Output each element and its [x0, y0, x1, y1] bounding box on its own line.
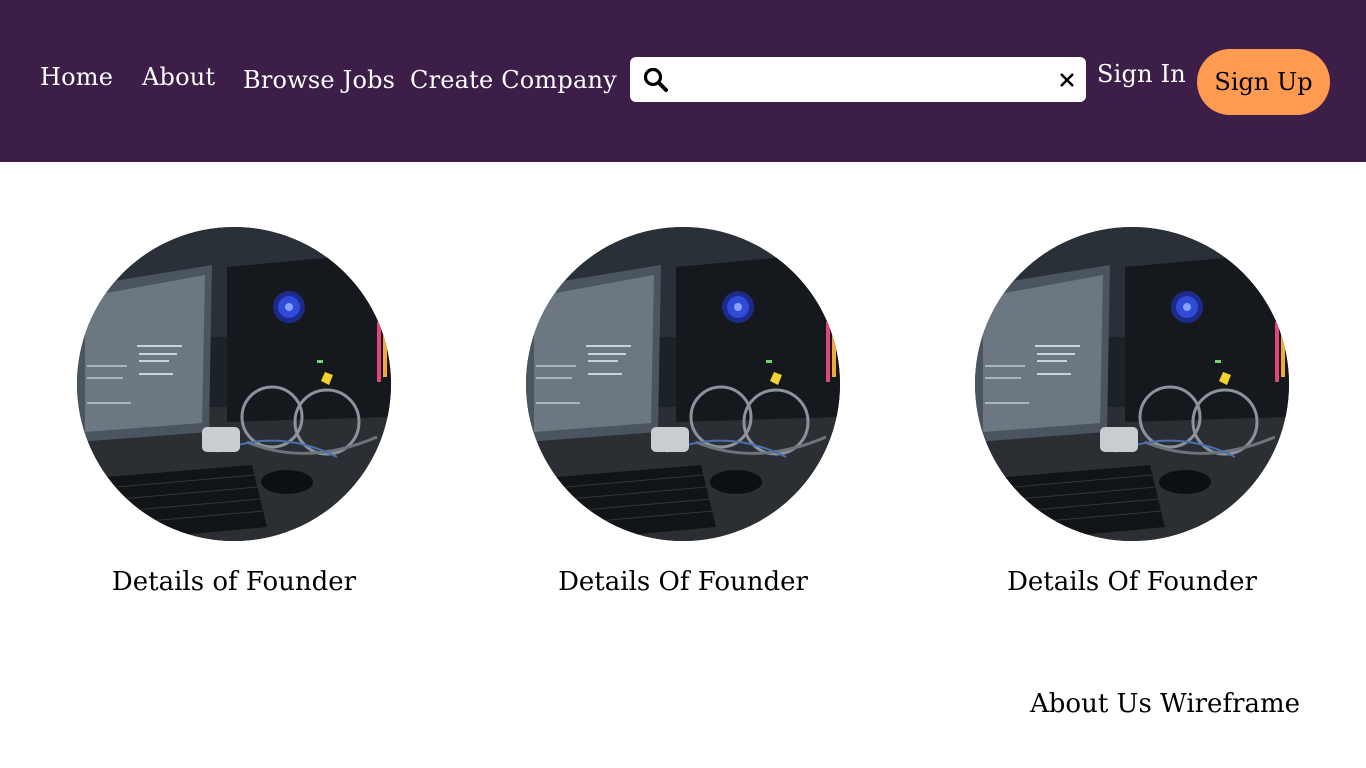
search-input[interactable]	[678, 63, 1042, 98]
nav-browse-jobs-link[interactable]: Browse Jobs	[243, 66, 395, 94]
sign-in-link[interactable]: Sign In	[1097, 60, 1186, 88]
sign-up-button[interactable]: Sign Up	[1197, 49, 1330, 115]
founder-photo	[975, 227, 1289, 541]
nav-create-company-link[interactable]: Create Company	[410, 66, 617, 94]
nav-home-link[interactable]: Home	[40, 63, 113, 91]
search-bar	[630, 57, 1086, 102]
footer-title: About Us Wireframe	[1030, 689, 1301, 719]
founder-caption: Details Of Founder	[558, 567, 808, 597]
top-navbar: Home About Browse Jobs Create Company Si…	[0, 0, 1366, 162]
founder-card: Details of Founder	[77, 227, 391, 597]
founder-caption: Details Of Founder	[1007, 567, 1257, 597]
founder-card: Details Of Founder	[526, 227, 840, 597]
founder-photo	[526, 227, 840, 541]
founder-card: Details Of Founder	[975, 227, 1289, 597]
close-icon[interactable]	[1056, 69, 1078, 91]
nav-about-link[interactable]: About	[142, 63, 215, 91]
founder-caption: Details of Founder	[111, 567, 357, 597]
founder-photo	[77, 227, 391, 541]
search-icon[interactable]	[642, 66, 670, 94]
